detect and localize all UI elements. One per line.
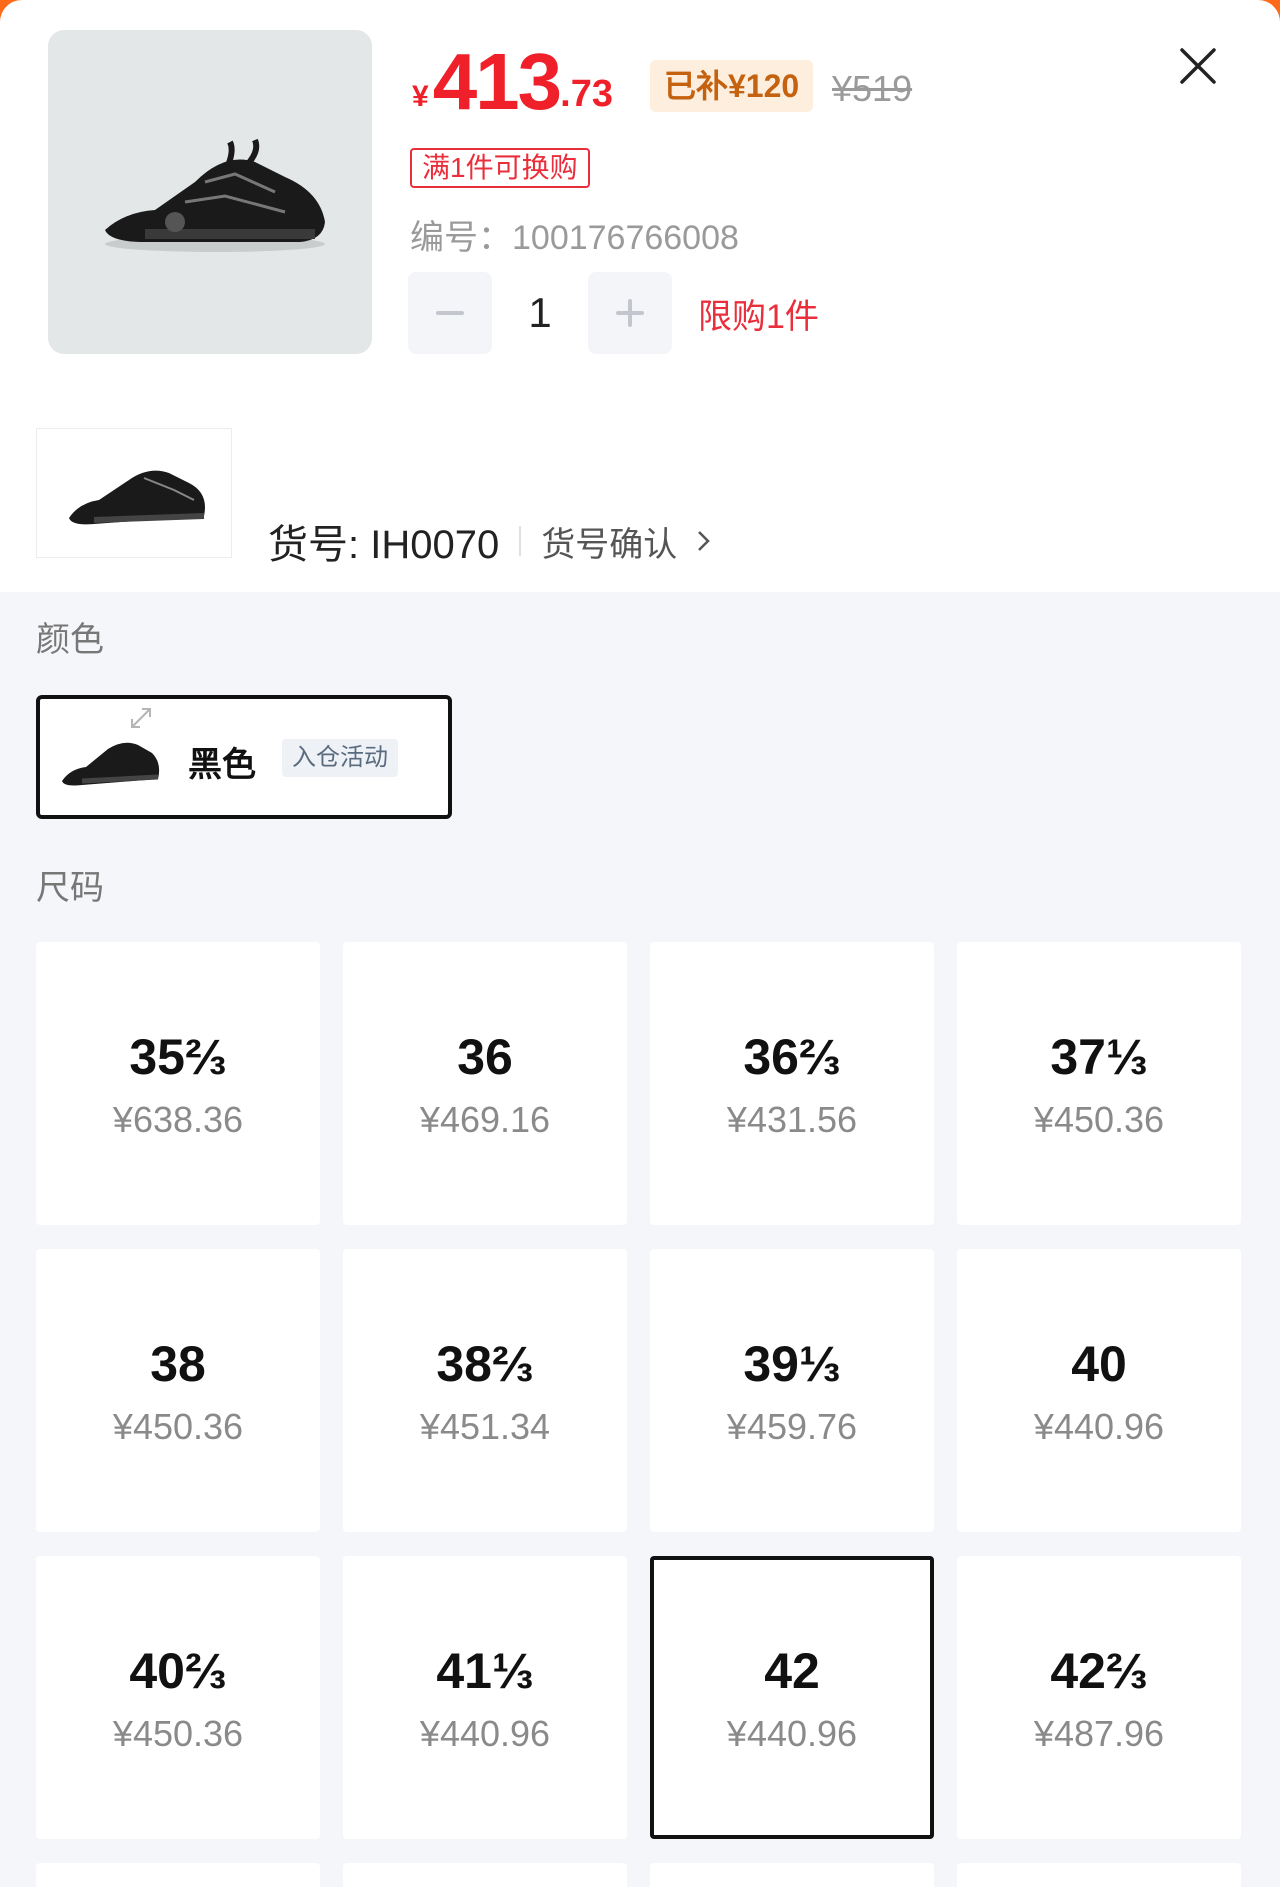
close-icon	[1180, 48, 1216, 84]
size-option[interactable]: 36 ¥469.16	[343, 942, 627, 1225]
sneaker-icon	[105, 138, 325, 252]
sneaker-icon	[69, 470, 205, 525]
warehouse-badge: 入仓活动	[282, 739, 398, 777]
size-option[interactable]: 37⅓ ¥450.36	[957, 942, 1241, 1225]
current-price: ¥ 413 .73	[412, 42, 613, 122]
purchase-limit: 限购1件	[698, 297, 819, 336]
article-confirm-label: 货号确认	[541, 525, 678, 564]
size-option[interactable]: 41⅓ ¥440.96	[343, 1556, 627, 1839]
size-label: 36⅔	[743, 1028, 841, 1085]
size-label: 39⅓	[743, 1335, 841, 1392]
size-label: 35⅔	[129, 1028, 227, 1085]
size-label: 41⅓	[436, 1642, 534, 1699]
size-option[interactable]: 40⅔ ¥450.36	[36, 1556, 320, 1839]
size-price: ¥431.56	[726, 1098, 858, 1140]
size-price: ¥638.36	[112, 1098, 244, 1140]
size-label: 38⅔	[436, 1335, 534, 1392]
size-label: 36	[457, 1028, 513, 1085]
size-price: ¥451.34	[419, 1405, 551, 1447]
price-integer: 413	[432, 37, 562, 126]
size-option[interactable]: 38⅔ ¥451.34	[343, 1249, 627, 1532]
decrease-button[interactable]	[408, 272, 492, 354]
plus-icon	[616, 299, 644, 327]
article-number: 货号: IH0070	[268, 523, 500, 567]
size-option[interactable]: 40 ¥440.96	[957, 1249, 1241, 1532]
original-price: ¥519	[832, 68, 913, 109]
size-price: ¥487.96	[1033, 1712, 1165, 1754]
size-section-label: 尺码	[36, 869, 104, 907]
size-option[interactable]: 35⅔ ¥638.36	[36, 942, 320, 1225]
size-label: 42⅔	[1050, 1642, 1148, 1699]
increase-button[interactable]	[588, 272, 672, 354]
divider	[519, 526, 522, 556]
article-confirm-link[interactable]: 货号确认	[541, 517, 719, 566]
chevron-right-icon	[698, 531, 710, 551]
size-label: 38	[150, 1335, 206, 1392]
size-option-selected[interactable]: 42 ¥440.96	[650, 1556, 934, 1839]
close-button[interactable]	[1168, 36, 1228, 96]
minus-icon	[436, 311, 464, 315]
color-option-black[interactable]: 黑色 入仓活动	[36, 695, 452, 819]
size-price: ¥440.96	[726, 1712, 858, 1754]
size-option-partial[interactable]	[343, 1863, 627, 1887]
price-decimal: .73	[560, 73, 613, 115]
size-price: ¥450.36	[1033, 1098, 1165, 1140]
size-price: ¥450.36	[112, 1405, 244, 1447]
options-area: 颜色 黑色 入仓活动 尺码 35⅔ ¥638.36 36 ¥469.16 36⅔…	[0, 592, 1280, 1887]
quantity-stepper: 1 限购1件	[408, 272, 819, 354]
sneaker-icon	[62, 742, 160, 786]
size-price: ¥440.96	[1033, 1405, 1165, 1447]
quantity-value[interactable]: 1	[492, 289, 588, 337]
sku-selector-sheet: ¥ 413 .73 已补¥120 ¥519 满1件可换购 编号：10017676…	[0, 0, 1280, 1887]
size-label: 37⅓	[1050, 1028, 1148, 1085]
color-name: 黑色	[188, 746, 256, 784]
size-price: ¥450.36	[112, 1712, 244, 1754]
price-currency: ¥	[412, 80, 429, 113]
article-thumbnail[interactable]	[36, 428, 232, 558]
size-option[interactable]: 42⅔ ¥487.96	[957, 1556, 1241, 1839]
size-grid: 35⅔ ¥638.36 36 ¥469.16 36⅔ ¥431.56 37⅓ ¥…	[36, 942, 1241, 1887]
product-image[interactable]	[48, 30, 372, 354]
size-option-partial[interactable]	[650, 1863, 934, 1887]
size-label: 42	[764, 1642, 820, 1699]
promo-tag: 满1件可换购	[410, 148, 590, 188]
size-option[interactable]: 38 ¥450.36	[36, 1249, 320, 1532]
size-label: 40⅔	[129, 1642, 227, 1699]
size-price: ¥459.76	[726, 1405, 858, 1447]
size-price: ¥469.16	[419, 1098, 551, 1140]
size-option-partial[interactable]	[36, 1863, 320, 1887]
size-price: ¥440.96	[419, 1712, 551, 1754]
size-option[interactable]: 39⅓ ¥459.76	[650, 1249, 934, 1532]
sku-number: 编号：100176766008	[410, 219, 739, 257]
article-row: 货号: IH0070 货号确认	[268, 512, 719, 570]
size-option-partial[interactable]	[957, 1863, 1241, 1887]
size-option[interactable]: 36⅔ ¥431.56	[650, 942, 934, 1225]
size-label: 40	[1071, 1335, 1127, 1392]
subsidy-badge: 已补¥120	[650, 60, 814, 112]
color-section-label: 颜色	[36, 621, 104, 659]
